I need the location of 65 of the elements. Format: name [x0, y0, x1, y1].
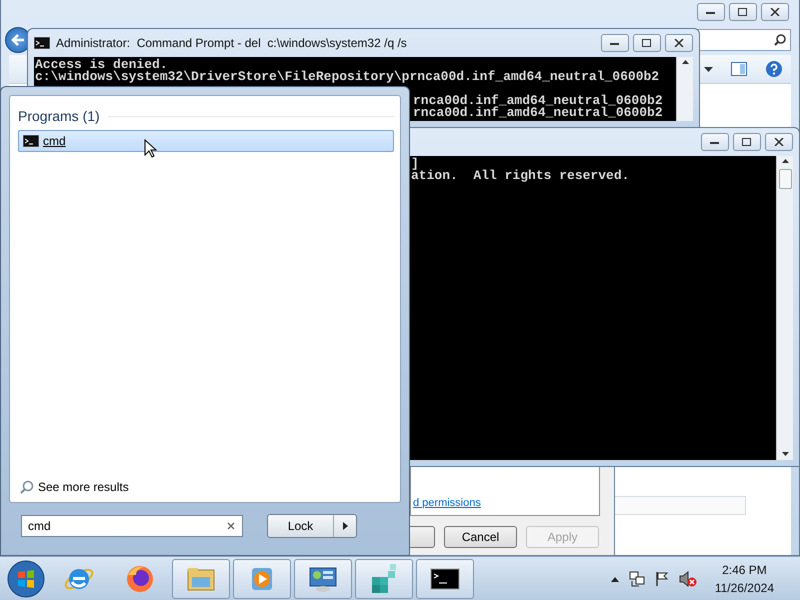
maximize-button[interactable] — [729, 3, 757, 21]
minimize-icon — [610, 40, 620, 46]
scrollbar[interactable] — [676, 57, 693, 121]
show-hidden-icons-icon[interactable] — [610, 576, 619, 582]
console-icon — [430, 568, 460, 589]
console-text: rnca00d.inf_amd64_neutral_0600b2 — [413, 105, 663, 120]
folder-icon — [188, 568, 214, 590]
network-icon[interactable] — [628, 570, 645, 586]
clock[interactable]: 2:46 PM 11/26/2024 — [714, 562, 774, 594]
search-field[interactable] — [697, 29, 791, 51]
lock-button[interactable]: Lock — [267, 514, 357, 538]
maximize-button[interactable] — [633, 34, 661, 52]
monitor-panel-icon — [310, 567, 336, 592]
fox-globe-icon — [127, 566, 153, 592]
minimize-button[interactable] — [701, 133, 729, 151]
taskbar-button[interactable] — [416, 558, 474, 598]
minimize-button[interactable] — [697, 3, 725, 21]
close-button[interactable] — [765, 133, 793, 151]
close-button[interactable] — [665, 34, 693, 52]
taskbar-button[interactable] — [294, 558, 352, 598]
caret-icon[interactable] — [342, 522, 348, 530]
search-field[interactable]: cmd — [21, 515, 243, 537]
flag-icon[interactable] — [654, 570, 669, 586]
console-text: c:\windows\system32\DriverStore\FileRepository\prnca00d.inf_amd64_neutral_0600b2 — [35, 69, 660, 84]
start-button[interactable] — [6, 558, 46, 598]
maximize-icon — [742, 138, 752, 146]
close-button[interactable] — [761, 3, 789, 21]
play-icon — [252, 568, 272, 590]
clear-icon[interactable] — [227, 522, 235, 530]
cubes-icon — [372, 564, 396, 592]
see-more-results-link[interactable]: See more results — [18, 480, 394, 494]
maximize-icon — [738, 8, 748, 16]
close-icon — [770, 8, 780, 16]
minimize-icon — [706, 9, 716, 15]
close-icon — [774, 138, 784, 146]
maximize-icon — [642, 39, 652, 47]
section-heading: Programs (1) — [18, 108, 100, 124]
mouse-cursor-icon — [144, 139, 157, 158]
permissions-link[interactable]: d permissions — [413, 497, 599, 509]
text-field[interactable] — [614, 496, 746, 515]
search-icon — [774, 34, 786, 46]
up-arrow-icon[interactable] — [782, 159, 788, 163]
console-text: ] — [411, 156, 419, 171]
scrollbar[interactable] — [776, 156, 793, 460]
maximize-button[interactable] — [733, 133, 761, 151]
minimize-icon — [710, 139, 720, 145]
up-arrow-icon[interactable] — [682, 60, 688, 64]
browser-e-icon — [64, 568, 94, 589]
speaker-muted-icon[interactable] — [678, 570, 697, 586]
dialog-button[interactable]: Cancel — [444, 526, 517, 548]
console-icon — [34, 37, 50, 49]
window-title: Administrator: Command Prompt - del c:\windows\system32 /q /s — [56, 36, 408, 50]
search-icon — [20, 480, 34, 494]
close-icon — [674, 39, 684, 47]
console-text: ation. All rights reserved. — [411, 168, 630, 183]
help-icon[interactable] — [765, 60, 783, 78]
preview-pane-icon[interactable] — [731, 62, 747, 76]
console-icon — [23, 135, 39, 147]
minimize-button[interactable] — [601, 34, 629, 52]
search-result[interactable]: cmd — [18, 130, 394, 152]
arrow-icon — [11, 34, 25, 46]
scroll-thumb[interactable] — [778, 169, 792, 189]
down-arrow-icon[interactable] — [782, 452, 788, 456]
console-text: Access is denied. — [35, 57, 168, 72]
dropdown-icon[interactable] — [704, 66, 713, 72]
